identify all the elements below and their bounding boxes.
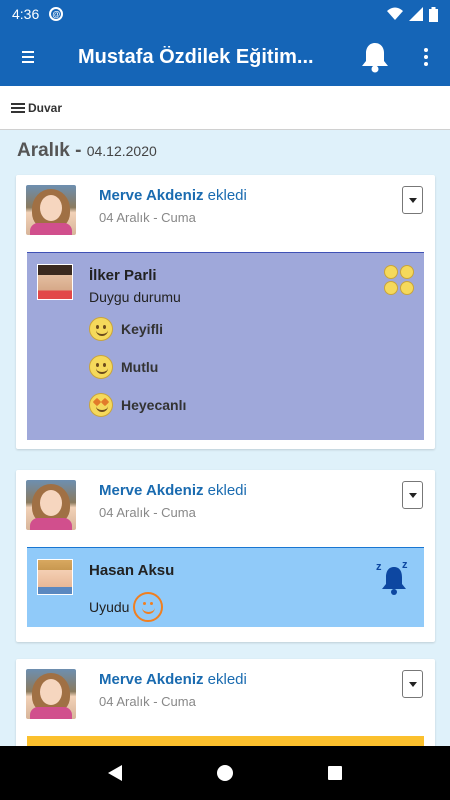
notifications-button[interactable] — [356, 38, 394, 76]
avatar — [26, 480, 76, 530]
svg-text:z: z — [402, 559, 408, 571]
sleep-bell-icon: z z — [376, 559, 408, 595]
mood-item: Heyecanlı — [89, 393, 186, 417]
wifi-icon — [387, 7, 403, 20]
signal-icon — [409, 7, 423, 21]
app-bar: Mustafa Özdilek Eğitim... — [0, 28, 450, 86]
smile-icon — [133, 592, 164, 622]
chevron-down-icon — [408, 681, 417, 687]
post-menu-button[interactable] — [402, 481, 423, 509]
chevron-down-icon — [408, 492, 417, 498]
status-time: 4:36 — [12, 6, 40, 22]
status-bar: 4:36 @ — [0, 0, 450, 28]
system-nav-bar — [0, 746, 450, 800]
post-header: Merve Akdeniz ekledi 04 Aralık - Cuma — [16, 175, 435, 251]
poster-line: Merve Akdeniz ekledi — [99, 187, 247, 204]
poster-name[interactable]: Merve Akdeniz — [99, 482, 203, 499]
poster-verb: ekledi — [203, 671, 247, 688]
date-header: Aralık - 04.12.2020 — [17, 140, 157, 162]
poster-verb: ekledi — [203, 187, 247, 204]
sleep-status: Uyudu — [89, 592, 164, 622]
app-title: Mustafa Özdilek Eğitim... — [78, 45, 314, 68]
child-photo — [37, 264, 73, 300]
post-card: Merve Akdeniz ekledi 04 Aralık - Cuma İl… — [16, 175, 435, 449]
post-menu-button[interactable] — [402, 186, 423, 214]
avatar — [26, 669, 76, 719]
post-menu-button[interactable] — [402, 670, 423, 698]
child-name: İlker Parli — [89, 267, 157, 284]
star-eyes-emoji-icon — [89, 393, 113, 417]
bell-icon — [362, 43, 388, 73]
mood-label: Mutlu — [121, 359, 159, 375]
post-date: 04 Aralık - Cuma — [99, 505, 196, 520]
poster-line: Merve Akdeniz ekledi — [99, 671, 247, 688]
post-card: Merve Akdeniz ekledi 04 Aralık - Cuma — [16, 659, 435, 759]
mood-item: Mutlu — [89, 355, 158, 379]
poster-name[interactable]: Merve Akdeniz — [99, 187, 203, 204]
svg-text:z: z — [376, 561, 382, 573]
home-icon[interactable] — [216, 765, 233, 781]
post-header: Merve Akdeniz ekledi 04 Aralık - Cuma — [16, 470, 435, 546]
mood-title: Duygu durumu — [89, 289, 181, 305]
post-header: Merve Akdeniz ekledi 04 Aralık - Cuma — [16, 659, 435, 735]
post-date: 04 Aralık - Cuma — [99, 210, 196, 225]
battery-icon — [429, 6, 438, 22]
date-header-month: Aralık - — [17, 140, 87, 161]
poster-line: Merve Akdeniz ekledi — [99, 482, 247, 499]
sync-icon: @ — [49, 7, 64, 21]
avatar — [26, 185, 76, 235]
post-card: Merve Akdeniz ekledi 04 Aralık - Cuma Ha… — [16, 470, 435, 642]
menu-icon — [22, 48, 34, 66]
back-icon[interactable] — [107, 765, 122, 781]
poster-verb: ekledi — [203, 482, 247, 499]
mood-label: Keyifli — [121, 321, 164, 337]
post-date: 04 Aralık - Cuma — [99, 694, 196, 709]
grin-emoji-icon — [89, 317, 113, 341]
sleep-status-label: Uyudu — [89, 599, 130, 615]
wall-tab[interactable]: Duvar — [0, 86, 450, 130]
poster-name[interactable]: Merve Akdeniz — [99, 671, 203, 688]
child-name: Hasan Aksu — [89, 562, 175, 579]
mood-panel: İlker Parli Duygu durumu Keyifli Mutlu H… — [27, 252, 424, 440]
date-header-date: 04.12.2020 — [86, 143, 157, 159]
mood-icon — [384, 265, 414, 295]
recents-icon[interactable] — [328, 766, 343, 780]
more-options-button[interactable] — [408, 38, 444, 76]
list-icon — [11, 101, 25, 115]
wall-tab-label: Duvar — [28, 100, 63, 115]
mood-item: Keyifli — [89, 317, 163, 341]
menu-button[interactable] — [0, 28, 56, 86]
chevron-down-icon — [408, 197, 417, 203]
mood-label: Heyecanlı — [121, 397, 187, 413]
sleep-panel: Hasan Aksu Uyudu z z — [27, 547, 424, 627]
child-photo — [37, 559, 73, 595]
smile-emoji-icon — [89, 355, 113, 379]
